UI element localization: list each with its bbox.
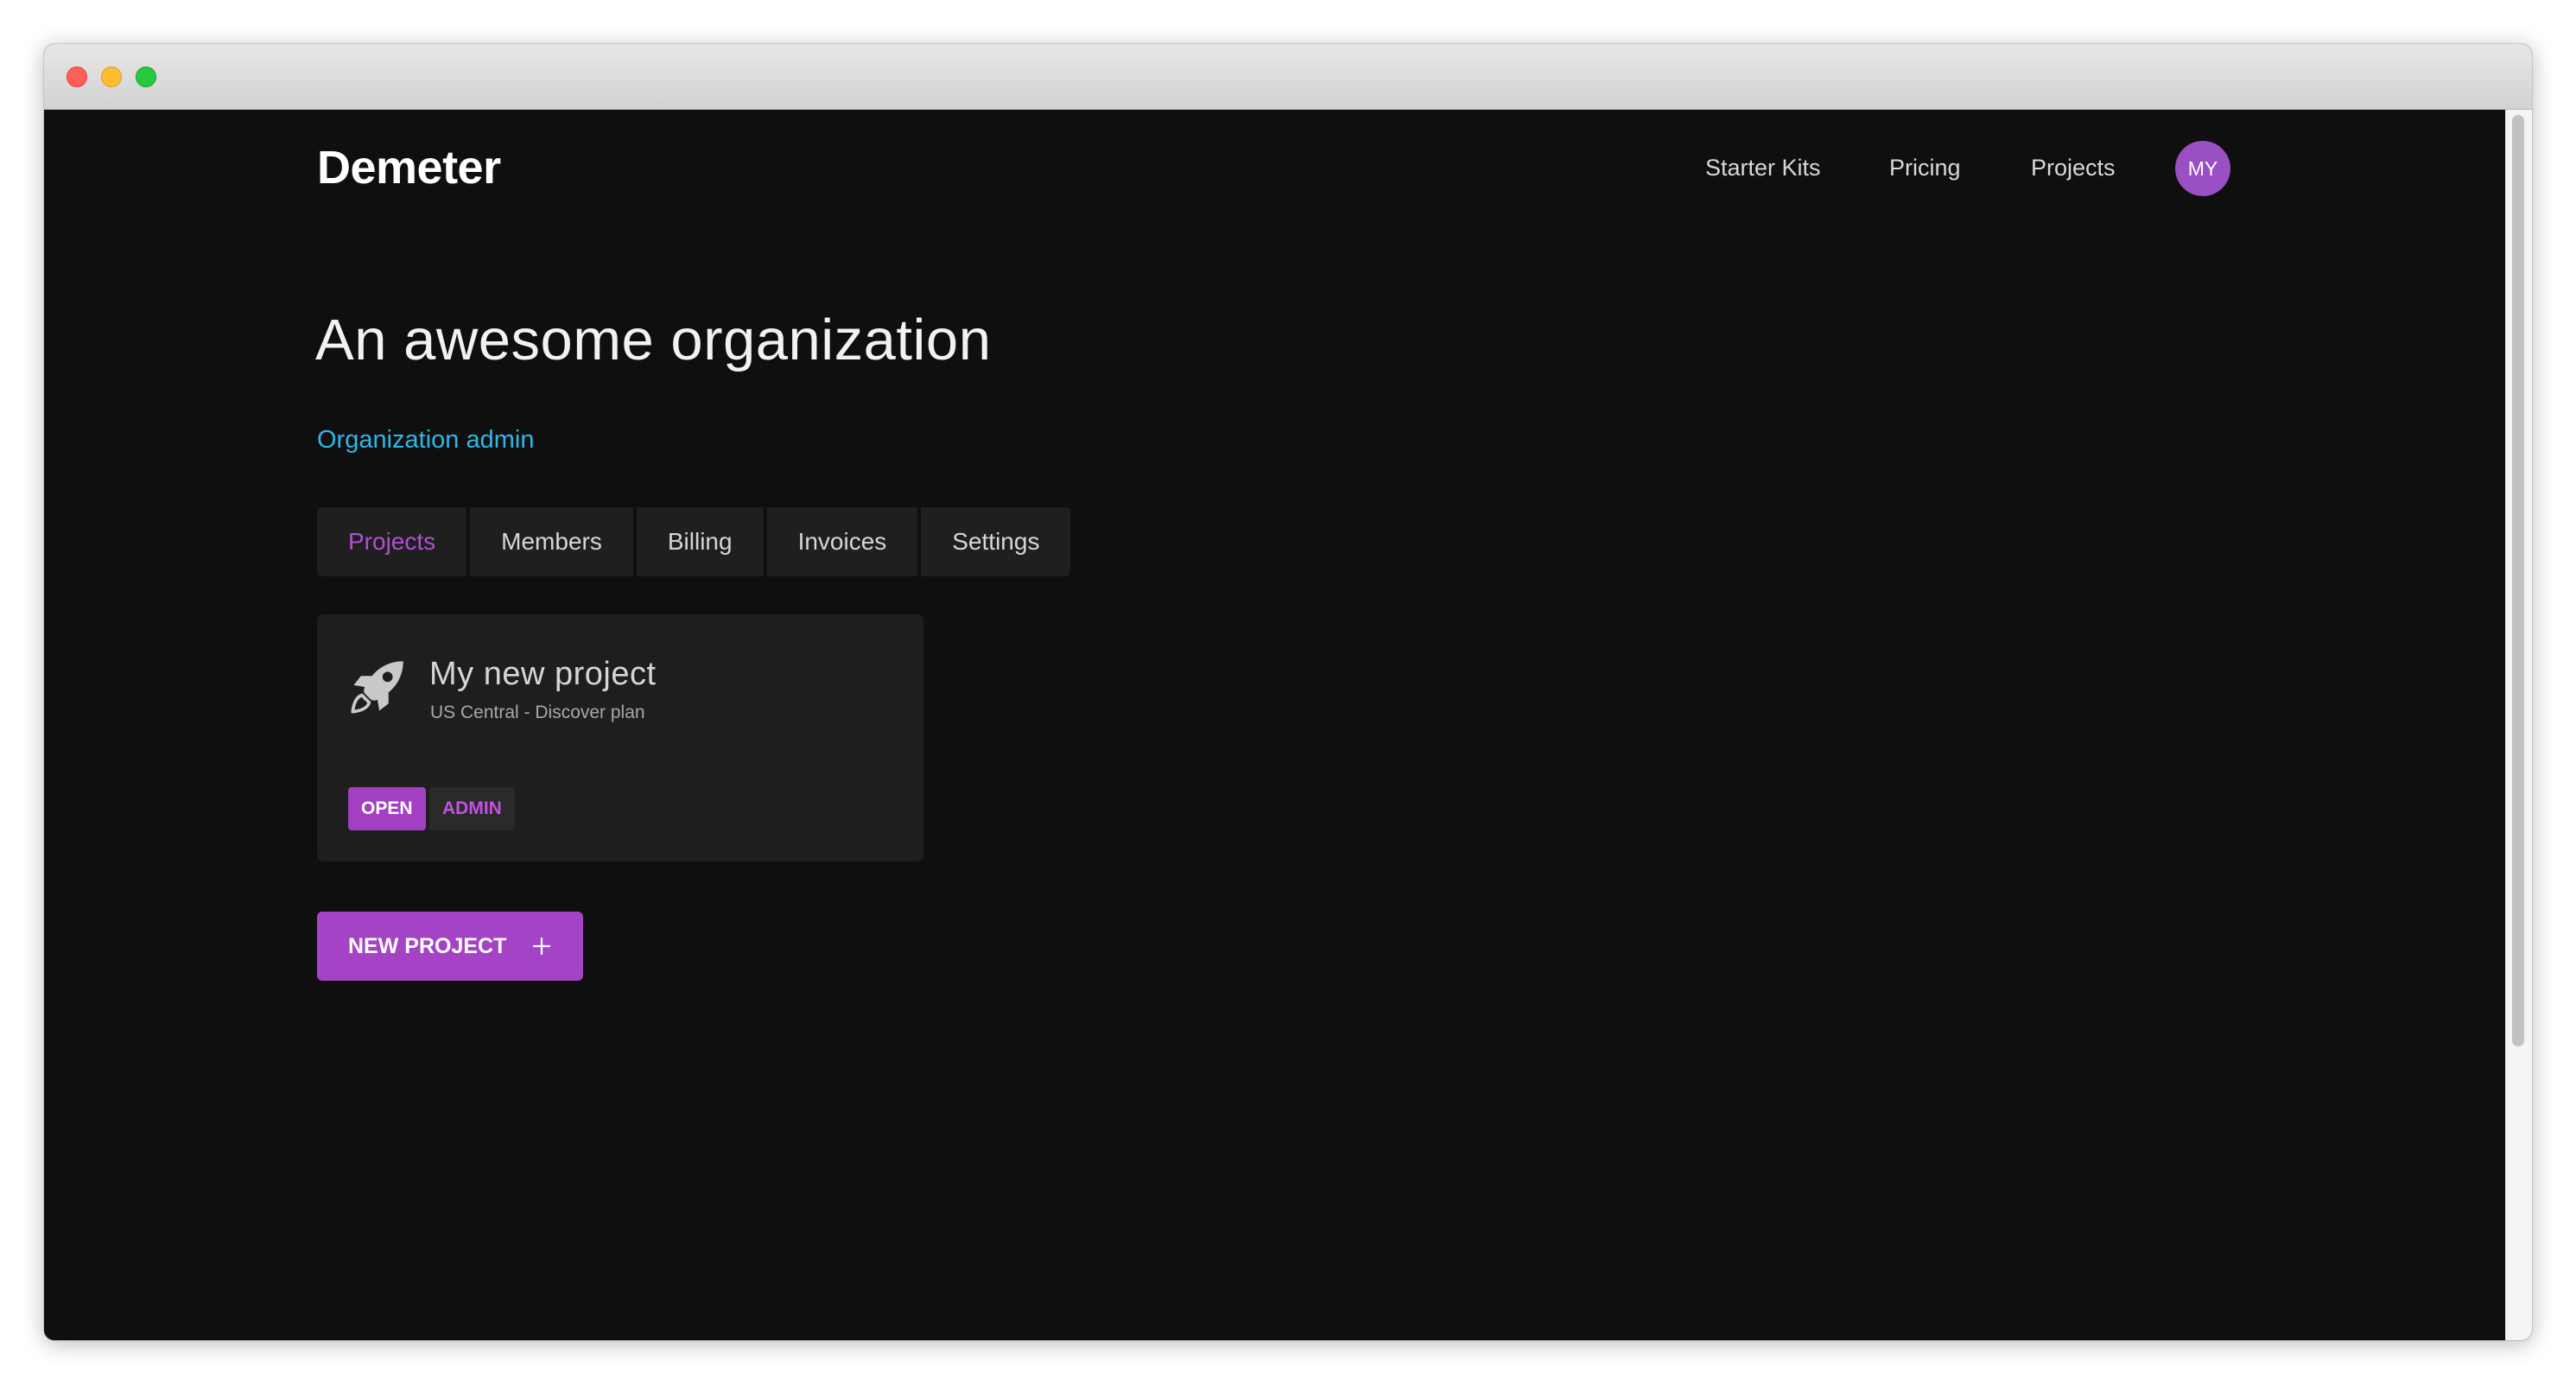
maximize-window-button[interactable] [136,67,156,87]
organization-role: Organization admin [317,426,535,454]
new-project-button[interactable]: NEW PROJECT [317,912,583,981]
new-project-label: NEW PROJECT [348,934,507,958]
nav-link-pricing[interactable]: Pricing [1889,155,1961,181]
vertical-scrollbar[interactable] [2505,110,2532,1340]
brand-logo[interactable]: Demeter [317,141,501,194]
nav-link-starter-kits[interactable]: Starter Kits [1705,155,1821,181]
plus-icon [533,938,550,955]
organization-tabs: Projects Members Billing Invoices Settin… [317,507,1071,576]
tab-settings[interactable]: Settings [921,507,1071,576]
close-window-button[interactable] [67,67,87,87]
page-title: An awesome organization [315,308,992,372]
browser-window: Demeter Starter Kits Pricing Projects MY… [44,44,2532,1340]
user-avatar[interactable]: MY [2175,141,2230,196]
open-badge[interactable]: OPEN [348,787,426,830]
project-name[interactable]: My new project [429,656,657,693]
rocket-icon [351,661,403,714]
project-card[interactable]: My new project US Central - Discover pla… [317,614,923,861]
tab-members[interactable]: Members [470,507,633,576]
window-titlebar [44,44,2532,110]
project-subtitle: US Central - Discover plan [430,703,645,722]
tab-projects[interactable]: Projects [317,507,467,576]
minimize-window-button[interactable] [101,67,122,87]
page-content: Demeter Starter Kits Pricing Projects MY… [44,110,2506,1340]
admin-badge: ADMIN [429,787,515,830]
nav-link-projects[interactable]: Projects [2031,155,2116,181]
scrollbar-thumb[interactable] [2512,115,2524,1046]
tab-billing[interactable]: Billing [636,507,764,576]
tab-invoices[interactable]: Invoices [766,507,918,576]
